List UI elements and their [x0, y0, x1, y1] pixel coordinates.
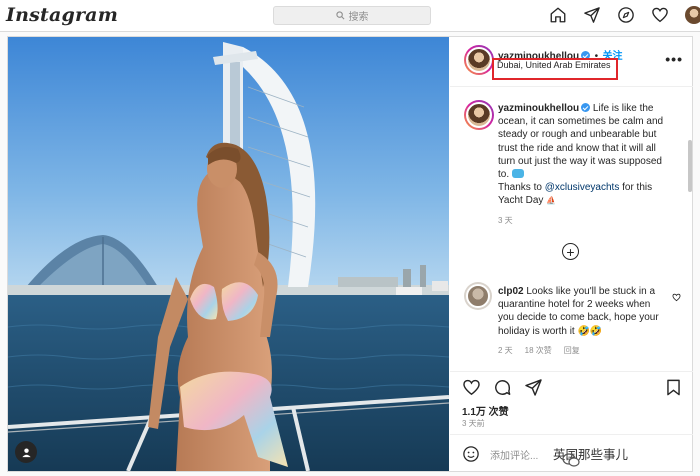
watermark: 英国那些事儿	[550, 443, 632, 467]
home-button[interactable]	[548, 5, 568, 25]
wechat-icon	[562, 453, 580, 467]
load-more-comments-button[interactable]: +	[562, 243, 579, 260]
post-photo[interactable]	[8, 37, 449, 471]
caption-username[interactable]: yazminoukhellou	[498, 103, 579, 114]
emoji-smiley-icon[interactable]	[462, 445, 480, 463]
post-timestamp: 3 天前	[462, 419, 485, 428]
post-actions: 1.1万 次赞 3 天前 添加评论... 英国那些事儿	[450, 371, 693, 471]
location-link[interactable]: Dubai, United Arab Emirates	[497, 60, 611, 70]
boat-emoji-icon: ⛵	[546, 196, 557, 206]
comment-time: 2 天	[498, 345, 513, 355]
caption-avatar[interactable]	[464, 100, 494, 130]
post-sidebar: yazminoukhellou • 关注 Dubai, United Arab …	[450, 37, 693, 471]
comment-bubble-icon[interactable]	[493, 378, 512, 397]
post-caption: yazminoukhellou Life is like the ocean, …	[498, 102, 666, 227]
comments-section: yazminoukhellou Life is like the ocean, …	[450, 88, 693, 371]
comment-emoji: 🤣🤣	[577, 325, 603, 337]
profile-button[interactable]	[684, 5, 700, 25]
search-placeholder: 搜索	[348, 12, 369, 23]
likes-count[interactable]: 1.1万 次赞	[462, 403, 509, 418]
photo-illustration	[8, 37, 449, 471]
comment-likes-button[interactable]: 18 次赞	[525, 344, 552, 357]
share-send-icon[interactable]	[524, 378, 543, 397]
post-header: yazminoukhellou • 关注 Dubai, United Arab …	[450, 37, 693, 87]
like-heart-icon[interactable]	[462, 378, 481, 397]
send-icon	[584, 7, 600, 23]
comment-item: clp02 Looks like you'll be stuck in a qu…	[498, 285, 668, 357]
caption-thanks: Thanks to	[498, 182, 545, 194]
comments-scrollbar[interactable]	[688, 140, 692, 192]
author-avatar[interactable]	[464, 45, 494, 75]
comment-like-heart-icon[interactable]	[672, 293, 681, 302]
caption-time: 3 天	[498, 215, 513, 225]
user-icon	[21, 447, 31, 457]
verified-icon	[581, 103, 591, 112]
comment-meta: 2 天 18 次赞 回复	[498, 344, 668, 357]
commenter-avatar[interactable]	[464, 282, 492, 310]
nav-icons	[548, 5, 700, 25]
search-icon	[335, 11, 344, 20]
comment-reply-button[interactable]: 回复	[564, 344, 580, 357]
home-icon	[550, 7, 566, 23]
commenter-username[interactable]: clp02	[498, 286, 524, 297]
instagram-logo[interactable]: Instagram	[6, 4, 118, 26]
tagged-people-button[interactable]	[15, 441, 37, 463]
action-icons	[462, 378, 543, 397]
bookmark-icon[interactable]	[664, 378, 683, 397]
wave-emoji-icon	[511, 169, 524, 179]
post-card: yazminoukhellou • 关注 Dubai, United Arab …	[7, 36, 693, 472]
caption-body: Life is like the ocean, it can sometimes…	[498, 103, 664, 181]
add-comment-input[interactable]: 添加评论...	[490, 447, 538, 462]
add-comment-bar: 添加评论... 英国那些事儿	[450, 434, 693, 472]
compass-icon	[618, 7, 634, 23]
explore-button[interactable]	[616, 5, 636, 25]
top-navigation-bar: Instagram 搜索	[0, 0, 700, 32]
heart-icon	[652, 7, 668, 23]
profile-avatar	[685, 6, 700, 24]
caption-mention-link[interactable]: @xclusiveyachts	[545, 182, 620, 193]
search-input[interactable]: 搜索	[273, 6, 431, 25]
direct-messages-button[interactable]	[582, 5, 602, 25]
activity-button[interactable]	[650, 5, 670, 25]
more-options-button[interactable]: •••	[665, 51, 683, 67]
